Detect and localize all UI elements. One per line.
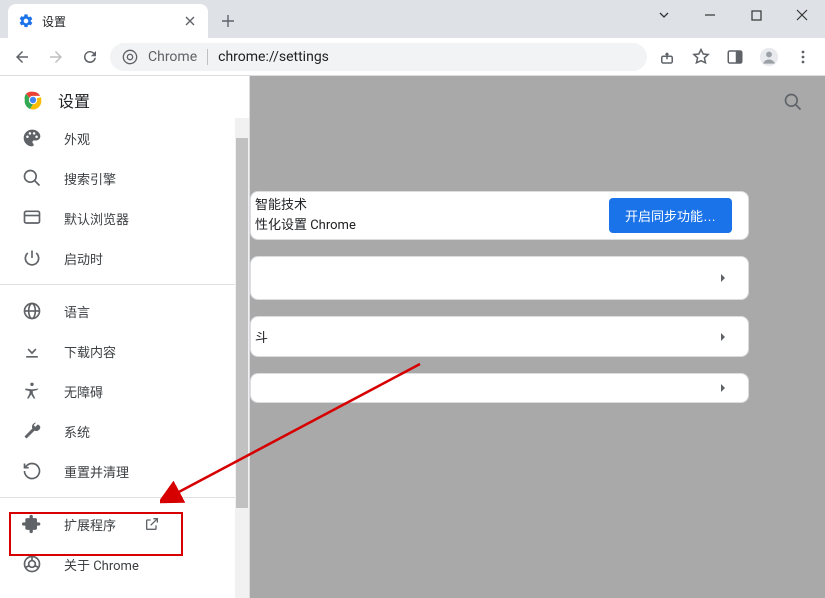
power-icon <box>22 248 42 268</box>
side-panel-button[interactable] <box>721 43 749 71</box>
sidebar-item-accessibility[interactable]: 无障碍 <box>0 371 249 411</box>
card-text-fragment: 斗 <box>255 327 268 346</box>
accessibility-icon <box>22 381 42 401</box>
window-chevron-button[interactable] <box>641 0 687 30</box>
external-link-icon <box>144 516 160 532</box>
omnibox-separator <box>207 49 208 65</box>
sidebar-item-search-engine[interactable]: 搜索引擎 <box>0 158 249 198</box>
back-button[interactable] <box>8 43 36 71</box>
sidebar-item-about[interactable]: 关于 Chrome <box>0 544 249 584</box>
wrench-icon <box>22 421 42 441</box>
settings-row-card[interactable] <box>250 373 749 403</box>
sidebar-item-system[interactable]: 系统 <box>0 411 249 451</box>
menu-button[interactable] <box>789 43 817 71</box>
sidebar-item-label: 下载内容 <box>64 342 116 361</box>
sidebar-scrollbar-thumb[interactable] <box>236 138 248 508</box>
sidebar-item-downloads[interactable]: 下载内容 <box>0 331 249 371</box>
extension-icon <box>22 514 42 534</box>
gear-icon <box>18 13 34 29</box>
search-icon <box>22 168 42 188</box>
browser-toolbar: Chrome chrome://settings <box>0 38 825 76</box>
settings-main-panel: 智能技术 性化设置 Chrome 开启同步功能… 斗 <box>250 76 825 598</box>
palette-icon <box>22 128 42 148</box>
omnibox-prefix: Chrome <box>148 49 197 65</box>
turn-on-sync-button[interactable]: 开启同步功能… <box>609 198 732 233</box>
bookmark-button[interactable] <box>687 43 715 71</box>
window-controls <box>641 0 825 30</box>
sidebar-item-label: 无障碍 <box>64 382 103 401</box>
sidebar-divider <box>0 284 249 285</box>
new-tab-button[interactable] <box>214 7 242 35</box>
reload-button[interactable] <box>76 43 104 71</box>
sidebar-item-label: 外观 <box>64 129 90 148</box>
chrome-outline-icon <box>22 554 42 574</box>
restore-icon <box>22 461 42 481</box>
sidebar-item-languages[interactable]: 语言 <box>0 291 249 331</box>
browser-tab[interactable]: 设置 <box>8 4 208 38</box>
sidebar-item-extensions[interactable]: 扩展程序 <box>0 504 249 544</box>
search-settings-button[interactable] <box>783 92 803 112</box>
browser-icon <box>22 208 42 228</box>
sidebar-divider <box>0 497 249 498</box>
sync-promo-text: 智能技术 性化设置 Chrome <box>251 196 356 235</box>
sync-promo-card: 智能技术 性化设置 Chrome 开启同步功能… <box>250 191 749 240</box>
chrome-badge-icon <box>122 49 138 65</box>
sidebar-item-appearance[interactable]: 外观 <box>0 118 249 158</box>
sidebar-item-label: 启动时 <box>64 249 103 268</box>
sidebar-item-label: 默认浏览器 <box>64 209 129 228</box>
forward-button[interactable] <box>42 43 70 71</box>
share-button[interactable] <box>653 43 681 71</box>
sidebar-item-label: 扩展程序 <box>64 515 116 534</box>
download-icon <box>22 341 42 361</box>
chrome-logo-icon <box>22 89 44 111</box>
chevron-right-icon <box>718 383 728 393</box>
chevron-right-icon <box>718 332 728 342</box>
settings-sidebar: 设置 外观 搜索引擎 默认浏览器 启动时 语言 <box>0 76 250 598</box>
sidebar-item-label: 语言 <box>64 302 90 321</box>
sidebar-item-reset[interactable]: 重置并清理 <box>0 451 249 491</box>
sidebar-item-startup[interactable]: 启动时 <box>0 238 249 278</box>
window-minimize-button[interactable] <box>687 0 733 30</box>
window-close-button[interactable] <box>779 0 825 30</box>
address-bar[interactable]: Chrome chrome://settings <box>110 43 647 71</box>
sidebar-item-label: 重置并清理 <box>64 462 129 481</box>
globe-icon <box>22 301 42 321</box>
sidebar-scrollbar-track[interactable] <box>235 118 249 598</box>
sidebar-item-default-browser[interactable]: 默认浏览器 <box>0 198 249 238</box>
settings-row-card[interactable] <box>250 256 749 300</box>
settings-row-card[interactable]: 斗 <box>250 316 749 357</box>
sidebar-header: 设置 <box>0 76 249 118</box>
chevron-right-icon <box>718 273 728 283</box>
profile-button[interactable] <box>755 43 783 71</box>
sidebar-item-label: 搜索引擎 <box>64 169 116 188</box>
tab-title: 设置 <box>42 13 174 30</box>
sidebar-title: 设置 <box>58 88 90 112</box>
tab-close-button[interactable] <box>182 13 198 29</box>
sidebar-item-label: 关于 Chrome <box>64 555 139 574</box>
omnibox-url: chrome://settings <box>218 49 329 65</box>
sidebar-item-label: 系统 <box>64 422 90 441</box>
window-maximize-button[interactable] <box>733 0 779 30</box>
window-titlebar: 设置 <box>0 0 825 38</box>
